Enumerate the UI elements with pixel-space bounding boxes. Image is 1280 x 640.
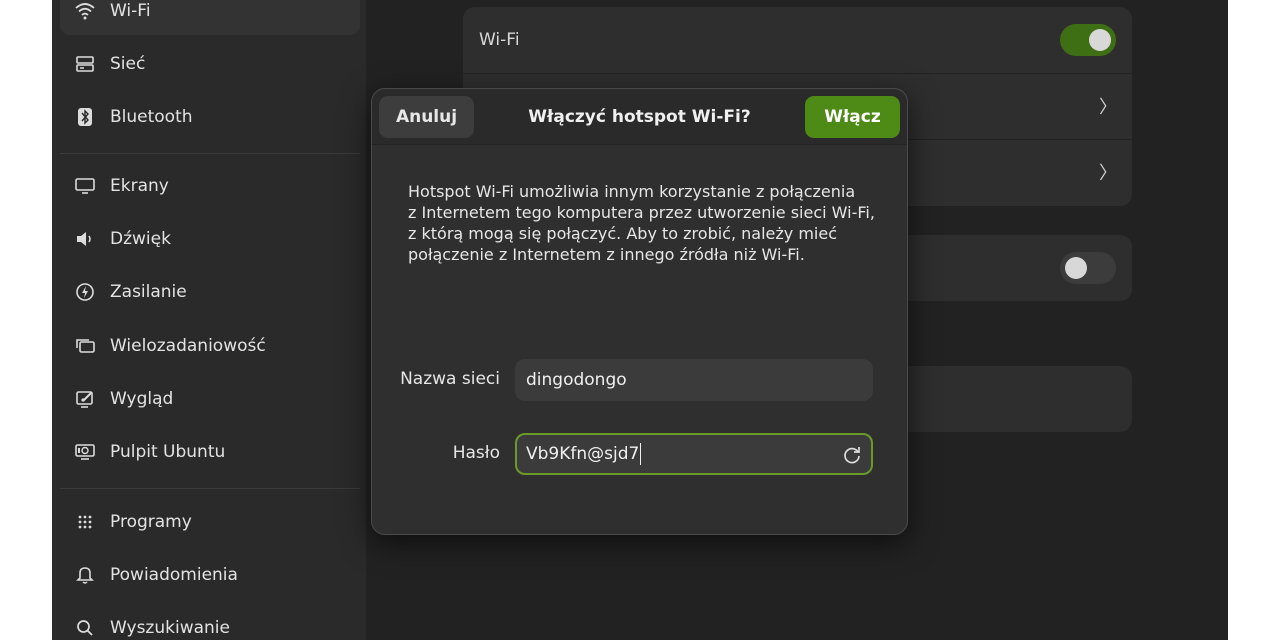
sidebar-item-appearance[interactable]: Wygląd [60, 375, 360, 423]
network-name-label: Nazwa sieci [400, 369, 500, 389]
switch-knob [1065, 257, 1087, 279]
apps-grid-icon [74, 511, 96, 533]
sidebar-item-bluetooth[interactable]: Bluetooth [60, 93, 360, 141]
dialog-header: Anuluj Włączyć hotspot Wi-Fi? Włącz [372, 89, 907, 145]
sidebar-item-ubuntu-desktop[interactable]: Pulpit Ubuntu [60, 428, 360, 476]
sidebar: Wi-Fi Sieć Bluetooth Ekrany Dźwięk Zasil… [52, 0, 366, 640]
sidebar-item-label: Wygląd [110, 389, 174, 409]
sidebar-item-displays[interactable]: Ekrany [60, 162, 360, 210]
appearance-icon [74, 388, 96, 410]
speaker-icon [74, 228, 96, 250]
password-field[interactable]: Vb9Kfn@sjd7 [515, 433, 873, 475]
password-value: Vb9Kfn@sjd7 [526, 444, 640, 464]
sidebar-item-wifi[interactable]: Wi-Fi [60, 0, 360, 35]
sidebar-item-label: Ekrany [110, 176, 169, 196]
network-name-value: dingodongo [526, 370, 627, 390]
network-name-field[interactable]: dingodongo [515, 359, 873, 401]
bluetooth-icon [74, 106, 96, 128]
dialog-title: Włączyć hotspot Wi-Fi? [528, 107, 751, 127]
sidebar-item-label: Zasilanie [110, 282, 187, 302]
sidebar-item-label: Programy [110, 512, 192, 532]
display-icon [74, 175, 96, 197]
description-line: połączenie z Internetem z innego źródła … [408, 245, 805, 264]
text-caret [640, 443, 642, 465]
enable-hotspot-button[interactable]: Włącz [805, 96, 900, 138]
wifi-switch[interactable] [1060, 24, 1116, 56]
bell-icon [74, 564, 96, 586]
sidebar-item-multitasking[interactable]: Wielozadaniowość [60, 322, 360, 370]
sidebar-item-label: Bluetooth [110, 107, 193, 127]
dialog-description: Hotspot Wi-Fi umożliwia innym korzystani… [408, 181, 878, 265]
sidebar-item-notifications[interactable]: Powiadomienia [60, 551, 360, 599]
refresh-icon[interactable] [841, 444, 863, 466]
cancel-button[interactable]: Anuluj [379, 96, 474, 138]
sidebar-item-label: Wi-Fi [110, 1, 151, 21]
sidebar-item-label: Dźwięk [110, 229, 171, 249]
wifi-toggle-row: Wi-Fi [463, 7, 1132, 73]
chevron-right-icon: 〉 [1099, 97, 1117, 118]
description-line: z którą mogą się połączyć. Aby to zrobić… [408, 224, 837, 243]
sidebar-item-power[interactable]: Zasilanie [60, 268, 360, 316]
description-line: Hotspot Wi-Fi umożliwia innym korzystani… [408, 182, 856, 201]
search-icon [74, 617, 96, 639]
sidebar-item-label: Pulpit Ubuntu [110, 442, 226, 462]
password-label: Hasło [452, 443, 500, 463]
sidebar-item-label: Wielozadaniowość [110, 336, 266, 356]
network-icon [74, 53, 96, 75]
sidebar-item-apps[interactable]: Programy [60, 498, 360, 546]
sidebar-item-label: Sieć [110, 54, 146, 74]
secondary-switch[interactable] [1060, 252, 1116, 284]
sidebar-item-network[interactable]: Sieć [60, 40, 360, 88]
power-icon [74, 281, 96, 303]
sidebar-item-search[interactable]: Wyszukiwanie [60, 604, 360, 640]
multitasking-icon [74, 335, 96, 357]
chevron-right-icon: 〉 [1099, 163, 1117, 184]
sidebar-divider [60, 488, 360, 489]
sidebar-divider [60, 153, 360, 154]
switch-knob [1089, 29, 1111, 51]
wifi-row-label: Wi-Fi [479, 30, 520, 50]
sidebar-item-label: Powiadomienia [110, 565, 238, 585]
hotspot-dialog: Anuluj Włączyć hotspot Wi-Fi? Włącz Hots… [371, 88, 908, 535]
wifi-icon [74, 0, 96, 22]
ubuntu-desktop-icon [74, 441, 96, 463]
description-line: z Internetem tego komputera przez utworz… [408, 203, 875, 222]
sidebar-item-sound[interactable]: Dźwięk [60, 215, 360, 263]
sidebar-item-label: Wyszukiwanie [110, 618, 230, 638]
